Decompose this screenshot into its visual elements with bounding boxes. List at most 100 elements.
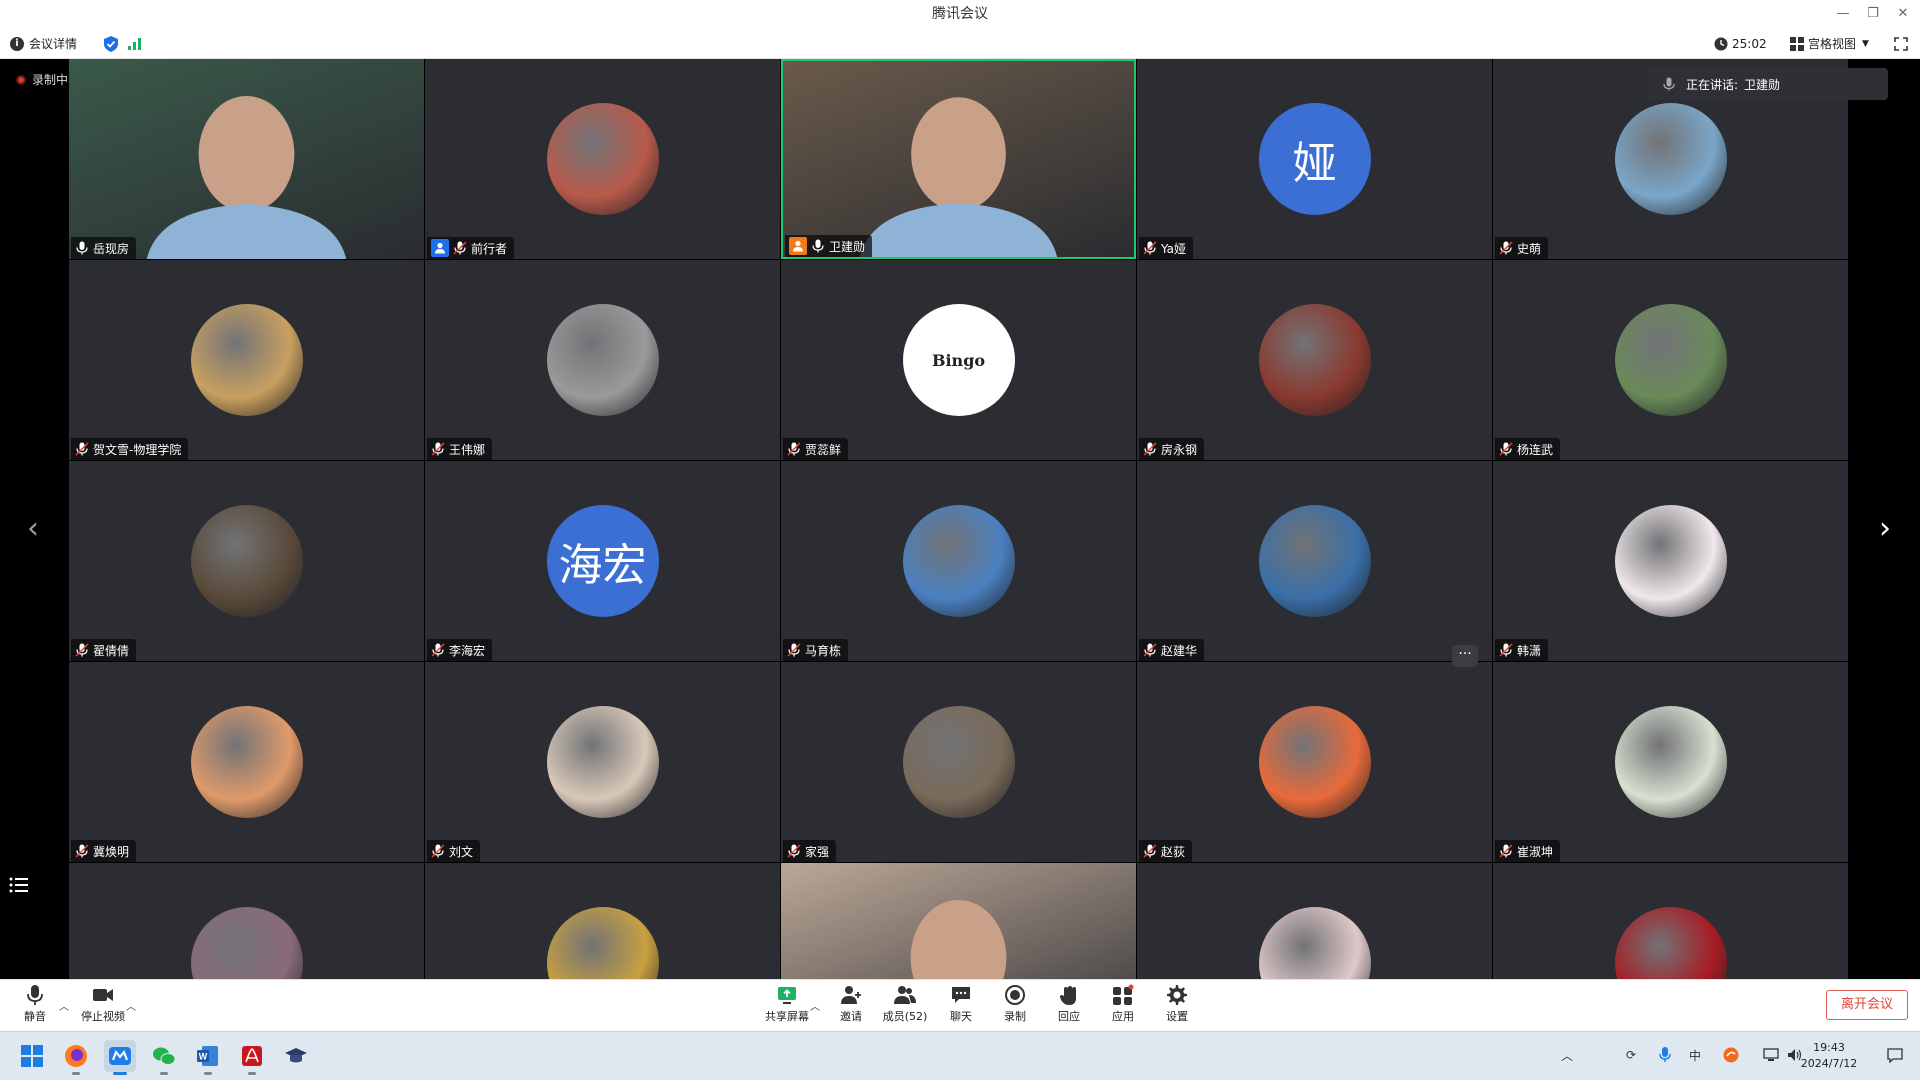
recording-label: 录制中 [32, 73, 69, 87]
participant-avatar: Bingo [902, 304, 1015, 416]
network-status[interactable] [116, 28, 141, 59]
speaking-name: 卫建勋 [1744, 77, 1781, 92]
mic-muted-icon [1499, 844, 1517, 858]
mic-muted-icon [1143, 844, 1161, 858]
video-options-chevron-icon[interactable]: ︿ [126, 998, 136, 1013]
meeting-toolbar: 静音 ︿ 停止视频 ︿ 共享屏幕 ︿ 邀请 成员(52) 聊天 录制 回应 应用… [0, 979, 1920, 1031]
participant-tile[interactable] [69, 863, 424, 979]
taskbar-firefox[interactable] [60, 1040, 92, 1075]
mic-muted-icon [787, 844, 805, 858]
audio-options-chevron-icon[interactable]: ︿ [59, 998, 69, 1013]
share-options-chevron-icon[interactable]: ︿ [810, 998, 820, 1013]
reactions-button[interactable]: 回应 [1044, 984, 1094, 1028]
view-mode-button[interactable]: 宫格视图 ▼ [1790, 28, 1869, 59]
signal-bars-icon [128, 37, 141, 50]
notification-icon[interactable] [1886, 1046, 1904, 1064]
tray-app-icon[interactable] [1722, 1046, 1740, 1064]
participant-tile[interactable]: 冀焕明 [69, 662, 424, 862]
invite-label: 邀请 [840, 1010, 862, 1023]
leave-meeting-button[interactable]: 离开会议 [1826, 990, 1908, 1020]
apps-icon [1113, 984, 1134, 1005]
more-options-button[interactable]: ··· [1452, 645, 1478, 667]
participant-tile[interactable]: 房永钢 [1137, 260, 1492, 460]
close-button[interactable]: ✕ [1888, 0, 1918, 28]
recording-indicator: 录制中 [16, 71, 68, 88]
start-button[interactable] [16, 1040, 48, 1072]
tray-microphone-icon[interactable] [1656, 1046, 1674, 1064]
participant-tile[interactable] [1137, 863, 1492, 979]
participant-tile[interactable]: 翟倩倩 [69, 461, 424, 661]
record-dot-icon [16, 74, 26, 85]
participant-tile[interactable]: 刘文 [425, 662, 780, 862]
mic-muted-icon [1143, 442, 1161, 456]
mic-muted-icon [1499, 442, 1517, 456]
host-icon [431, 239, 449, 257]
participant-tile[interactable]: 前行者 [425, 59, 780, 259]
participant-name: 刘文 [449, 844, 474, 859]
participant-tile[interactable]: 岳现房 [69, 59, 424, 259]
minimize-button[interactable]: — [1828, 0, 1858, 28]
taskbar-graduation-app[interactable] [280, 1040, 312, 1072]
meeting-info-button[interactable]: i 会议详情 [10, 28, 77, 59]
participant-tile[interactable]: 娅 Ya娅 [1137, 59, 1492, 259]
participant-tile[interactable] [425, 863, 780, 979]
participant-tile[interactable]: Bingo 贾蕊鲜 [781, 260, 1136, 460]
participant-name: 王伟娜 [449, 442, 486, 457]
participant-avatar [1614, 505, 1727, 617]
members-button[interactable]: 成员(52) [880, 984, 930, 1028]
participant-avatar [190, 304, 303, 416]
stop-video-button[interactable]: 停止视频 [78, 984, 128, 1028]
apps-button[interactable]: 应用 [1098, 984, 1148, 1028]
tray-sync-icon[interactable]: ⟳ [1622, 1046, 1640, 1064]
participant-tile[interactable]: 韩潇 [1493, 461, 1848, 661]
participant-tile[interactable]: 海宏 李海宏 [425, 461, 780, 661]
windows-logo-icon [21, 1045, 43, 1067]
participant-tile[interactable] [781, 863, 1136, 979]
prev-page-button[interactable]: ‹ [18, 509, 48, 549]
tray-network-icon[interactable] [1762, 1046, 1780, 1064]
system-clock[interactable]: 19:43 2024/7/12 [1794, 1040, 1864, 1072]
os-taskbar: W ︿ ⟳ 中 19:43 2024/7/12 [0, 1031, 1920, 1080]
participant-name: 赵建华 [1161, 643, 1198, 658]
fullscreen-button[interactable] [1894, 28, 1908, 59]
invite-button[interactable]: 邀请 [826, 984, 876, 1028]
mute-button[interactable]: 静音 [10, 984, 60, 1028]
settings-label: 设置 [1166, 1010, 1188, 1023]
participant-tile[interactable] [1493, 863, 1848, 979]
list-icon[interactable] [8, 874, 30, 896]
word-icon: W [197, 1046, 218, 1066]
participant-tile[interactable]: 赵荻 [1137, 662, 1492, 862]
participant-nametag: 卫建勋 [785, 235, 873, 257]
graduation-cap-icon [285, 1048, 307, 1063]
record-button[interactable]: 录制 [990, 984, 1040, 1028]
participant-name: 崔淑坤 [1517, 844, 1554, 859]
taskbar-wechat[interactable] [148, 1040, 180, 1075]
apps-label: 应用 [1112, 1010, 1134, 1023]
participant-tile[interactable]: 马育栋 [781, 461, 1136, 661]
participant-tile[interactable]: 杨连武 [1493, 260, 1848, 460]
settings-button[interactable]: 设置 [1152, 984, 1202, 1028]
microphone-icon [27, 985, 43, 1005]
participant-avatar [1258, 304, 1371, 416]
participant-tile[interactable]: 赵建华 [1137, 461, 1492, 661]
participant-tile[interactable]: 卫建勋 [781, 59, 1136, 259]
tray-ime-indicator[interactable]: 中 [1686, 1046, 1704, 1064]
record-icon [1005, 985, 1025, 1005]
participant-tile[interactable]: 贺文雪-物理学院 [69, 260, 424, 460]
participant-name: 家强 [805, 844, 830, 859]
taskbar-pdf-reader[interactable] [236, 1040, 268, 1075]
taskbar-word[interactable]: W [192, 1040, 224, 1075]
tray-expand-chevron-icon[interactable]: ︿ [1558, 1046, 1576, 1064]
participant-avatar [546, 103, 659, 215]
taskbar-tencent-meeting[interactable] [104, 1040, 136, 1075]
next-page-button[interactable]: › [1870, 509, 1900, 549]
share-screen-button[interactable]: 共享屏幕 [762, 984, 812, 1028]
info-bar: i 会议详情 25:02 宫格视图 ▼ [0, 28, 1920, 59]
chat-button[interactable]: 聊天 [936, 984, 986, 1028]
restore-button[interactable]: ❐ [1858, 0, 1888, 28]
participant-tile[interactable]: 崔淑坤 [1493, 662, 1848, 862]
pdf-icon [242, 1046, 262, 1066]
participant-tile[interactable]: 家强 [781, 662, 1136, 862]
participant-tile[interactable]: 王伟娜 [425, 260, 780, 460]
participant-video-feed [781, 863, 1136, 979]
